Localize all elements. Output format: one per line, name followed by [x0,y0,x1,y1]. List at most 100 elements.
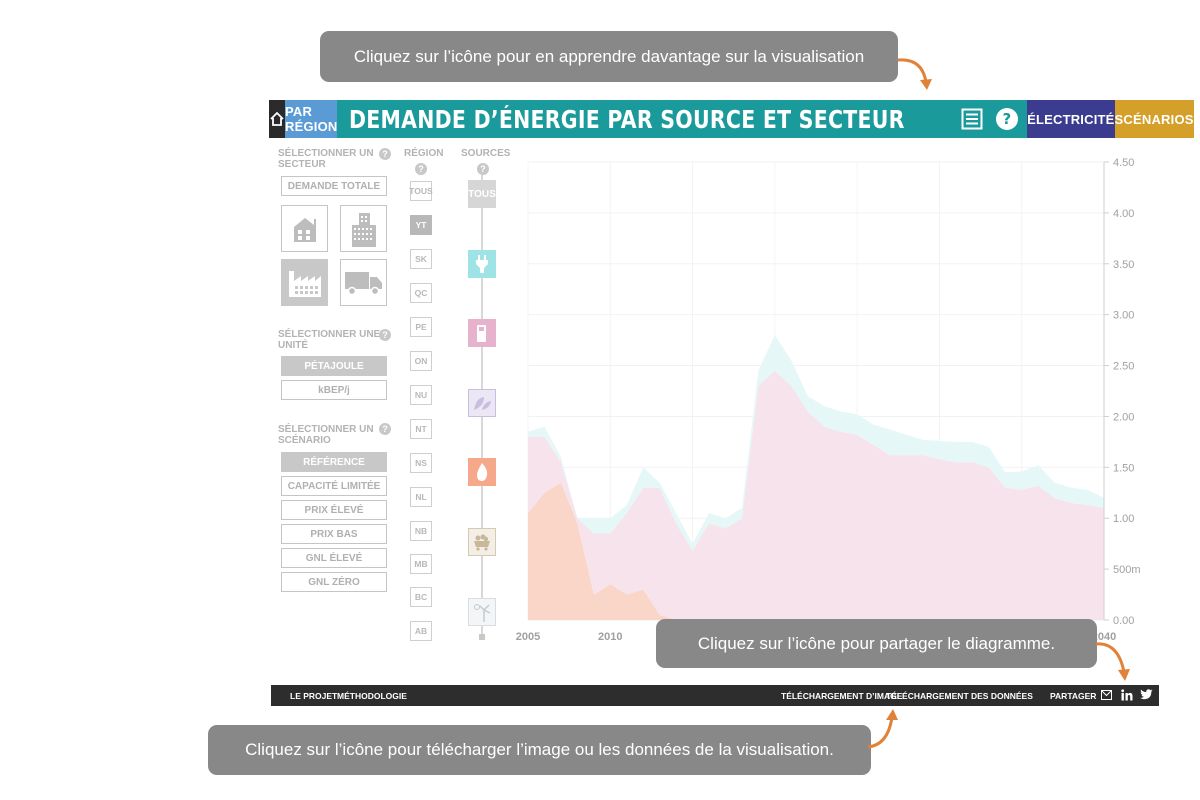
unit-help-icon[interactable]: ? [379,329,391,341]
y-tick-label: 0.00 [1113,615,1134,627]
info-list-icon[interactable] [961,108,983,130]
residential-button[interactable] [281,205,328,252]
region-item-label: YT [415,220,427,230]
region-label: RÉGION [404,148,444,159]
region-item-on[interactable]: ON [410,351,432,371]
linkedin-icon[interactable] [1121,689,1133,701]
region-item-nb[interactable]: NB [410,521,432,541]
share-link[interactable]: PARTAGER [1050,691,1096,701]
data-download-link[interactable]: TÉLÉCHARGEMENT DES DONNÉES [886,691,1033,701]
source-all-button[interactable]: TOUS [468,180,496,208]
arrow-icon [867,709,898,749]
region-item-nt[interactable]: NT [410,419,432,439]
scenario-option-label: GNL ÉLEVÉ [305,552,363,564]
project-link[interactable]: LE PROJET [290,691,337,701]
region-item-label: AB [414,626,428,636]
transportation-button[interactable] [340,259,387,306]
unit-option-label: PÉTAJOULE [304,360,364,372]
scenarios-button[interactable]: SCÉNARIOS [1114,100,1194,138]
y-tick-label: 2.50 [1113,361,1134,373]
region-item-qc[interactable]: QC [410,283,432,303]
region-item-label: NB [414,526,428,536]
by-region-label: PAR RÉGION [285,104,338,134]
region-item-mb[interactable]: MB [410,554,432,574]
region-item-label: ON [414,356,428,366]
total-demand-label: DEMANDE TOTALE [287,180,381,192]
industrial-button[interactable] [281,259,328,306]
arrow-icon [897,58,932,90]
region-item-label: BC [414,592,428,602]
title-bar: DEMANDE D’ÉNERGIE PAR SOURCE ET SECTEUR … [337,100,1028,138]
scenario-option-reference[interactable]: RÉFÉRENCE [281,452,387,472]
region-item-tous[interactable]: TOUS [409,181,433,201]
biofuel-icon [474,397,491,410]
source-oil-products-button[interactable] [468,319,496,347]
sources-help-icon[interactable]: ? [477,163,489,175]
sources-track-end [479,634,485,640]
scenario-option-label: GNL ZÉRO [308,576,360,588]
region-item-nl[interactable]: NL [410,487,432,507]
y-tick-label: 1.50 [1113,462,1134,474]
home-icon [270,111,284,126]
help-icon[interactable]: ? [995,107,1019,131]
scenario-option-limited-capacity[interactable]: CAPACITÉ LIMITÉE [281,476,387,496]
electricity-button[interactable]: ÉLECTRICITÉ [1027,100,1115,138]
unit-option-petajoule[interactable]: PÉTAJOULE [281,356,387,376]
tooltip-viz-info: Cliquez sur l’icône pour en apprendre da… [320,31,898,82]
region-item-ab[interactable]: AB [410,621,432,641]
scenario-label: SÉLECTIONNER UN SCÉNARIO [278,424,374,446]
y-tick-label: 1.00 [1113,513,1134,525]
region-item-pe[interactable]: PE [410,317,432,337]
region-item-yt[interactable]: YT [410,215,432,235]
transportation-icon [344,271,382,295]
by-region-button[interactable]: PAR RÉGION [285,100,338,138]
y-tick-label: 3.00 [1113,310,1134,322]
image-download-link[interactable]: TÉLÉCHARGEMENT D’IMAGE [781,691,902,701]
source-biofuel-button[interactable] [468,389,496,417]
twitter-icon[interactable] [1140,689,1153,700]
methodology-link[interactable]: MÉTHODOLOGIE [337,691,407,701]
unit-label-line1: SÉLECTIONNER UNE [278,329,381,340]
region-item-label: SK [415,254,427,264]
region-item-label: MB [414,559,428,569]
email-icon[interactable] [1101,690,1112,700]
source-all-label: TOUS [468,188,496,200]
tooltip-download: Cliquez sur l’icône pour télécharger l’i… [208,725,871,775]
home-button[interactable] [269,100,285,138]
region-item-bc[interactable]: BC [410,587,432,607]
commercial-button[interactable] [340,205,387,252]
scenario-help-icon[interactable]: ? [379,423,391,435]
source-natural-gas-button[interactable] [468,458,496,486]
y-tick-label: 2.00 [1113,411,1134,423]
scenario-option-no-lng[interactable]: GNL ZÉRO [281,572,387,592]
scenario-option-high-price[interactable]: PRIX ÉLEVÉ [281,500,387,520]
arrow-icon [1095,642,1130,681]
renewables-icon [474,604,491,622]
tooltip-share-text: Cliquez sur l’icône pour partager le dia… [697,633,1056,653]
region-item-nu[interactable]: NU [410,385,432,405]
sector-help-icon[interactable]: ? [379,148,391,160]
region-item-ns[interactable]: NS [410,453,432,473]
region-item-label: NS [415,458,427,468]
x-tick-label: 2005 [516,631,540,643]
scenario-label-line2: SCÉNARIO [278,435,331,446]
region-item-sk[interactable]: SK [410,249,432,269]
region-item-label: QC [414,288,428,298]
source-renewables-button[interactable] [468,598,496,626]
commercial-icon [351,212,376,247]
y-tick-label: 4.50 [1113,157,1134,169]
unit-option-kbep[interactable]: kBEP/j [281,380,387,400]
scenario-option-low-price[interactable]: PRIX BAS [281,524,387,544]
region-item-label: NU [414,390,428,400]
y-tick-label: 500m [1113,564,1141,576]
scenario-option-label: CAPACITÉ LIMITÉE [287,480,381,492]
source-electricity-button[interactable] [468,250,496,278]
electricity-label: ÉLECTRICITÉ [1027,111,1115,127]
scenario-option-high-lng[interactable]: GNL ÉLEVÉ [281,548,387,568]
total-demand-button[interactable]: DEMANDE TOTALE [281,176,387,196]
region-help-icon[interactable]: ? [415,163,427,175]
sector-label: SÉLECTIONNER UN SECTEUR [278,148,374,170]
page-title: DEMANDE D’ÉNERGIE PAR SOURCE ET SECTEUR [349,104,906,134]
region-item-label: PE [415,322,427,332]
source-coal-button[interactable] [468,528,496,556]
